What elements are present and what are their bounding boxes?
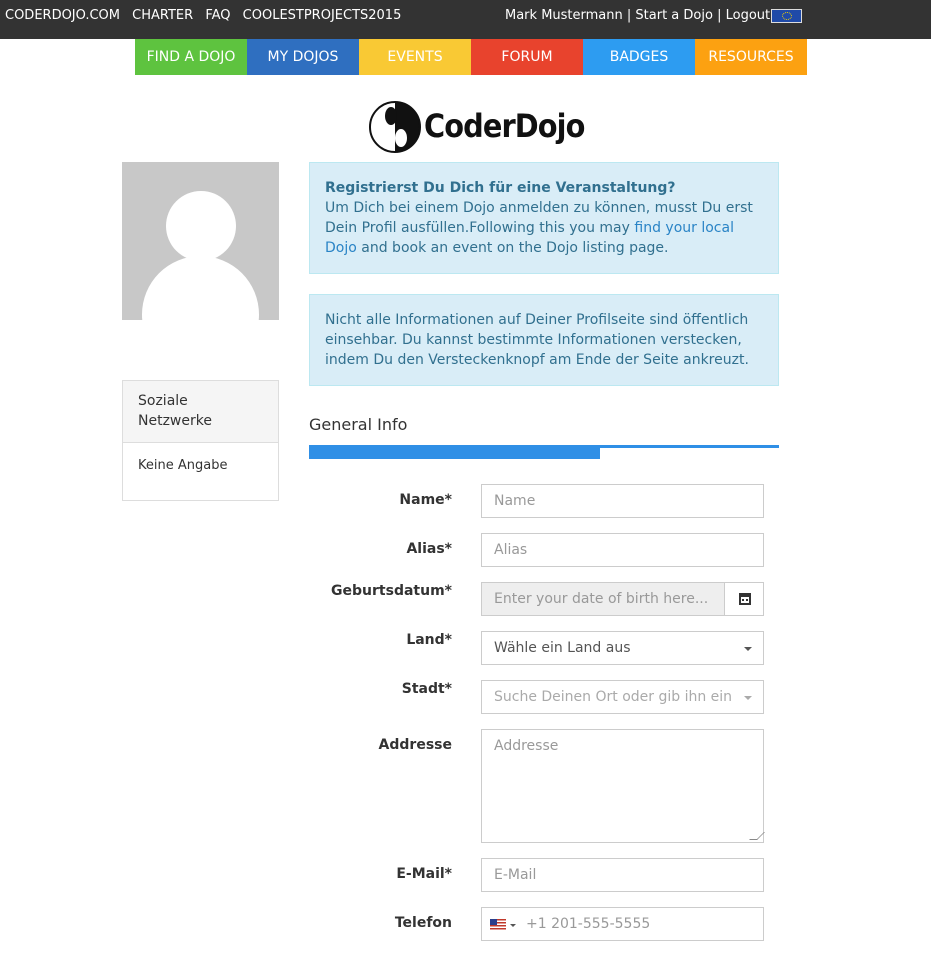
country-label: Land* bbox=[406, 632, 452, 648]
alias-label: Alias* bbox=[406, 541, 452, 557]
email-input[interactable]: E-Mail bbox=[481, 858, 764, 892]
alert-title: Registrierst Du Dich für eine Veranstalt… bbox=[325, 180, 676, 196]
nav-resources[interactable]: RESOURCES bbox=[695, 39, 807, 75]
chevron-down-icon bbox=[744, 696, 752, 700]
social-networks-panel: Soziale Netzwerke Keine Angabe bbox=[122, 380, 279, 501]
phone-label: Telefon bbox=[394, 915, 452, 931]
separator: | bbox=[717, 8, 722, 23]
coderdojo-logo[interactable]: CoderDojo bbox=[369, 101, 585, 154]
dob-input[interactable]: Enter your date of birth here... bbox=[481, 582, 725, 616]
privacy-info-alert: Nicht alle Informationen auf Deiner Prof… bbox=[309, 294, 779, 386]
avatar[interactable] bbox=[122, 162, 279, 320]
city-select[interactable]: Suche Deinen Ort oder gib ihn ein bbox=[481, 680, 764, 714]
logo-text: CoderDojo bbox=[424, 107, 585, 145]
nav-find-a-dojo[interactable]: FIND A DOJO bbox=[135, 39, 247, 75]
city-label: Stadt* bbox=[401, 681, 452, 697]
country-select[interactable]: Wähle ein Land aus bbox=[481, 631, 764, 665]
email-label: E-Mail* bbox=[396, 866, 452, 882]
social-networks-heading: Soziale Netzwerke bbox=[123, 381, 278, 443]
logout-link[interactable]: Logout bbox=[726, 8, 771, 23]
name-label: Name* bbox=[399, 492, 452, 508]
link-faq[interactable]: FAQ bbox=[205, 8, 230, 23]
separator: | bbox=[626, 8, 632, 23]
address-placeholder: Addresse bbox=[494, 738, 559, 754]
city-select-value: Suche Deinen Ort oder gib ihn ein bbox=[494, 689, 733, 705]
top-bar: CODERDOJO.COM CHARTER FAQ COOLESTPROJECT… bbox=[0, 0, 931, 39]
calendar-icon bbox=[739, 593, 751, 605]
dob-label: Geburtsdatum* bbox=[331, 583, 452, 599]
name-input[interactable]: Name bbox=[481, 484, 764, 518]
phone-input[interactable]: +1 201-555-5555 bbox=[481, 907, 764, 941]
general-info-title: General Info bbox=[309, 415, 408, 434]
user-menu: Mark Mustermann | Start a Dojo | Logout bbox=[505, 8, 770, 23]
registration-info-alert: Registrierst Du Dich für eine Veranstalt… bbox=[309, 162, 779, 274]
main-nav: FIND A DOJO MY DOJOS EVENTS FORUM BADGES… bbox=[135, 39, 807, 75]
address-label: Addresse bbox=[378, 737, 452, 753]
privacy-alert-text: Nicht alle Informationen auf Deiner Prof… bbox=[325, 312, 749, 368]
progress-bar bbox=[309, 448, 600, 459]
nav-my-dojos[interactable]: MY DOJOS bbox=[247, 39, 359, 75]
user-name-link[interactable]: Mark Mustermann bbox=[505, 8, 623, 23]
start-dojo-link[interactable]: Start a Dojo bbox=[635, 8, 713, 23]
resize-grip-icon[interactable] bbox=[749, 832, 765, 840]
link-coderdojo-com[interactable]: CODERDOJO.COM bbox=[5, 8, 120, 23]
alias-input[interactable]: Alias bbox=[481, 533, 764, 567]
top-links: CODERDOJO.COM CHARTER FAQ COOLESTPROJECT… bbox=[5, 8, 409, 23]
nav-badges[interactable]: BADGES bbox=[583, 39, 695, 75]
us-flag-icon[interactable] bbox=[490, 919, 506, 930]
chevron-down-icon bbox=[510, 924, 516, 927]
alert-text-after: and book an event on the Dojo listing pa… bbox=[356, 240, 669, 256]
address-textarea[interactable]: Addresse bbox=[481, 729, 765, 843]
chevron-down-icon bbox=[744, 647, 752, 651]
country-select-value: Wähle ein Land aus bbox=[494, 640, 631, 656]
eu-flag-icon[interactable] bbox=[771, 9, 802, 23]
social-networks-content: Keine Angabe bbox=[138, 458, 228, 473]
phone-placeholder: +1 201-555-5555 bbox=[526, 916, 651, 932]
calendar-button[interactable] bbox=[724, 582, 764, 616]
yin-yang-icon bbox=[369, 101, 421, 153]
link-charter[interactable]: CHARTER bbox=[132, 8, 193, 23]
nav-events[interactable]: EVENTS bbox=[359, 39, 471, 75]
nav-forum[interactable]: FORUM bbox=[471, 39, 583, 75]
link-coolestprojects[interactable]: COOLESTPROJECTS2015 bbox=[243, 8, 402, 23]
